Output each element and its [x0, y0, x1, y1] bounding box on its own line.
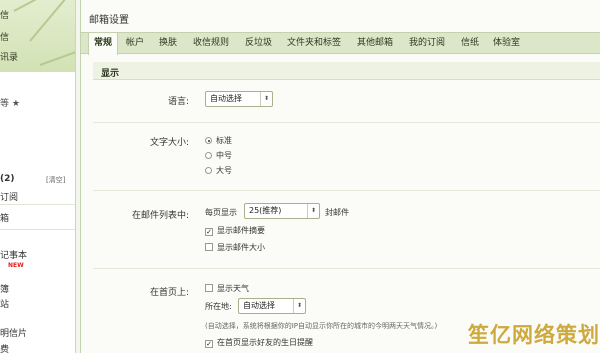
- sidebar-item-fee[interactable]: 费: [0, 342, 9, 353]
- font-size-medium-radio[interactable]: 中号: [205, 150, 232, 161]
- language-label: 语言:: [167, 97, 189, 107]
- tab-lab[interactable]: 体验室: [493, 33, 520, 54]
- sidebar-item-postcard[interactable]: 明信片: [0, 326, 27, 339]
- tab-subscriptions[interactable]: 我的订阅: [409, 33, 445, 54]
- sidebar-item-site[interactable]: 站: [0, 297, 9, 310]
- sidebar-link-inbox[interactable]: 信: [0, 8, 9, 21]
- chevron-updown-icon: ⬍: [260, 92, 272, 106]
- font-size-large-radio[interactable]: 大号: [205, 165, 232, 176]
- tab-mail-rules[interactable]: 收信规则: [193, 33, 229, 54]
- section-header: 显示: [93, 62, 600, 80]
- per-page-select[interactable]: 25(推荐) ⬍: [244, 203, 320, 219]
- checkbox-checked-icon: ✓: [205, 340, 213, 348]
- language-select-value: 自动选择: [210, 94, 242, 103]
- radio-checked-icon: [205, 137, 212, 144]
- radio-label: 标准: [216, 136, 232, 145]
- radio-unchecked-icon: [205, 167, 212, 174]
- sidebar-divider: [0, 229, 75, 230]
- new-badge: NEW: [8, 262, 24, 269]
- sidebar-item-notepad[interactable]: 记事本: [0, 248, 27, 261]
- chevron-updown-icon: ⬍: [307, 204, 319, 218]
- tab-account[interactable]: 帐户: [126, 33, 144, 54]
- show-summary-checkbox[interactable]: ✓ 显示邮件摘要: [205, 225, 265, 236]
- sidebar-link-write[interactable]: 信: [0, 30, 9, 43]
- checkbox-label: 显示邮件大小: [217, 243, 265, 252]
- show-birthday-checkbox[interactable]: ✓ 在首页显示好友的生日提醒: [205, 337, 313, 348]
- font-size-label: 文字大小:: [149, 138, 189, 148]
- sidebar-item-subscriptions[interactable]: 订阅: [0, 190, 18, 203]
- settings-tab-bar: 常规 帐户 换肤 收信规则 反垃圾 文件夹和标签 其他邮箱 我的订阅 信纸 体验…: [81, 32, 600, 55]
- radio-label: 大号: [216, 166, 232, 175]
- location-select-value: 自动选择: [243, 301, 275, 310]
- chevron-updown-icon: ⬍: [293, 299, 305, 313]
- sidebar-item-book[interactable]: 簿: [0, 282, 9, 295]
- show-size-checkbox[interactable]: 显示邮件大小: [205, 242, 265, 253]
- tab-stationery[interactable]: 信纸: [461, 33, 479, 54]
- location-hint: (自动选择，系统将根据你的IP自动显示你所在的城市的今明两天天气情况。): [205, 322, 438, 330]
- sidebar-link-contacts[interactable]: 讯录: [0, 50, 18, 63]
- sidebar-clear-link[interactable]: [清空]: [46, 175, 65, 185]
- homepage-label: 在首页上:: [149, 288, 189, 298]
- radio-unchecked-icon: [205, 152, 212, 159]
- settings-panel: 邮箱设置 常规 帐户 换肤 收信规则 反垃圾 文件夹和标签 其他邮箱 我的订阅 …: [80, 0, 600, 353]
- checkbox-label: 在首页显示好友的生日提醒: [217, 338, 313, 347]
- show-weather-checkbox[interactable]: 显示天气: [205, 283, 249, 294]
- bamboo-decoration: [39, 46, 75, 66]
- section-title: 显示: [101, 69, 120, 79]
- tab-antispam[interactable]: 反垃圾: [245, 33, 272, 54]
- checkbox-unchecked-icon: [205, 243, 213, 251]
- left-sidebar: 信 信 讯录 等 ★ (2) [清空] 订阅 箱 记事本 NEW 簿 站 明信片…: [0, 0, 76, 353]
- tab-general[interactable]: 常规: [88, 33, 119, 55]
- per-page-select-value: 25(推荐): [249, 206, 282, 215]
- row-divider: [93, 122, 600, 123]
- row-divider: [93, 190, 600, 191]
- per-page-suffix: 封邮件: [325, 208, 349, 217]
- page-title: 邮箱设置: [89, 15, 129, 26]
- sidebar-item-box[interactable]: 箱: [0, 211, 9, 224]
- mail-list-label: 在邮件列表中:: [131, 211, 189, 221]
- sidebar-folder-count: (2): [0, 174, 15, 184]
- language-select[interactable]: 自动选择 ⬍: [205, 91, 273, 107]
- checkbox-unchecked-icon: [205, 284, 213, 292]
- checkbox-label: 显示天气: [217, 284, 249, 293]
- checkbox-checked-icon: ✓: [205, 228, 213, 236]
- tab-folders-labels[interactable]: 文件夹和标签: [287, 33, 341, 54]
- location-select[interactable]: 自动选择 ⬍: [238, 298, 306, 314]
- bamboo-decoration: [29, 0, 70, 42]
- row-divider: [93, 268, 600, 269]
- font-size-standard-radio[interactable]: 标准: [205, 135, 232, 146]
- bamboo-decoration: [13, 0, 75, 12]
- location-label: 所在地:: [205, 302, 232, 311]
- checkbox-label: 显示邮件摘要: [217, 226, 265, 235]
- tab-skin[interactable]: 换肤: [159, 33, 177, 54]
- sidebar-header: 信 信 讯录: [0, 0, 75, 72]
- tab-other-mailbox[interactable]: 其他邮箱: [357, 33, 393, 54]
- watermark-logo: 笙亿网络策划: [468, 323, 600, 347]
- sidebar-rating: 等 ★: [0, 99, 20, 109]
- radio-label: 中号: [216, 151, 232, 160]
- per-page-prefix: 每页显示: [205, 208, 237, 217]
- sidebar-divider: [0, 204, 75, 205]
